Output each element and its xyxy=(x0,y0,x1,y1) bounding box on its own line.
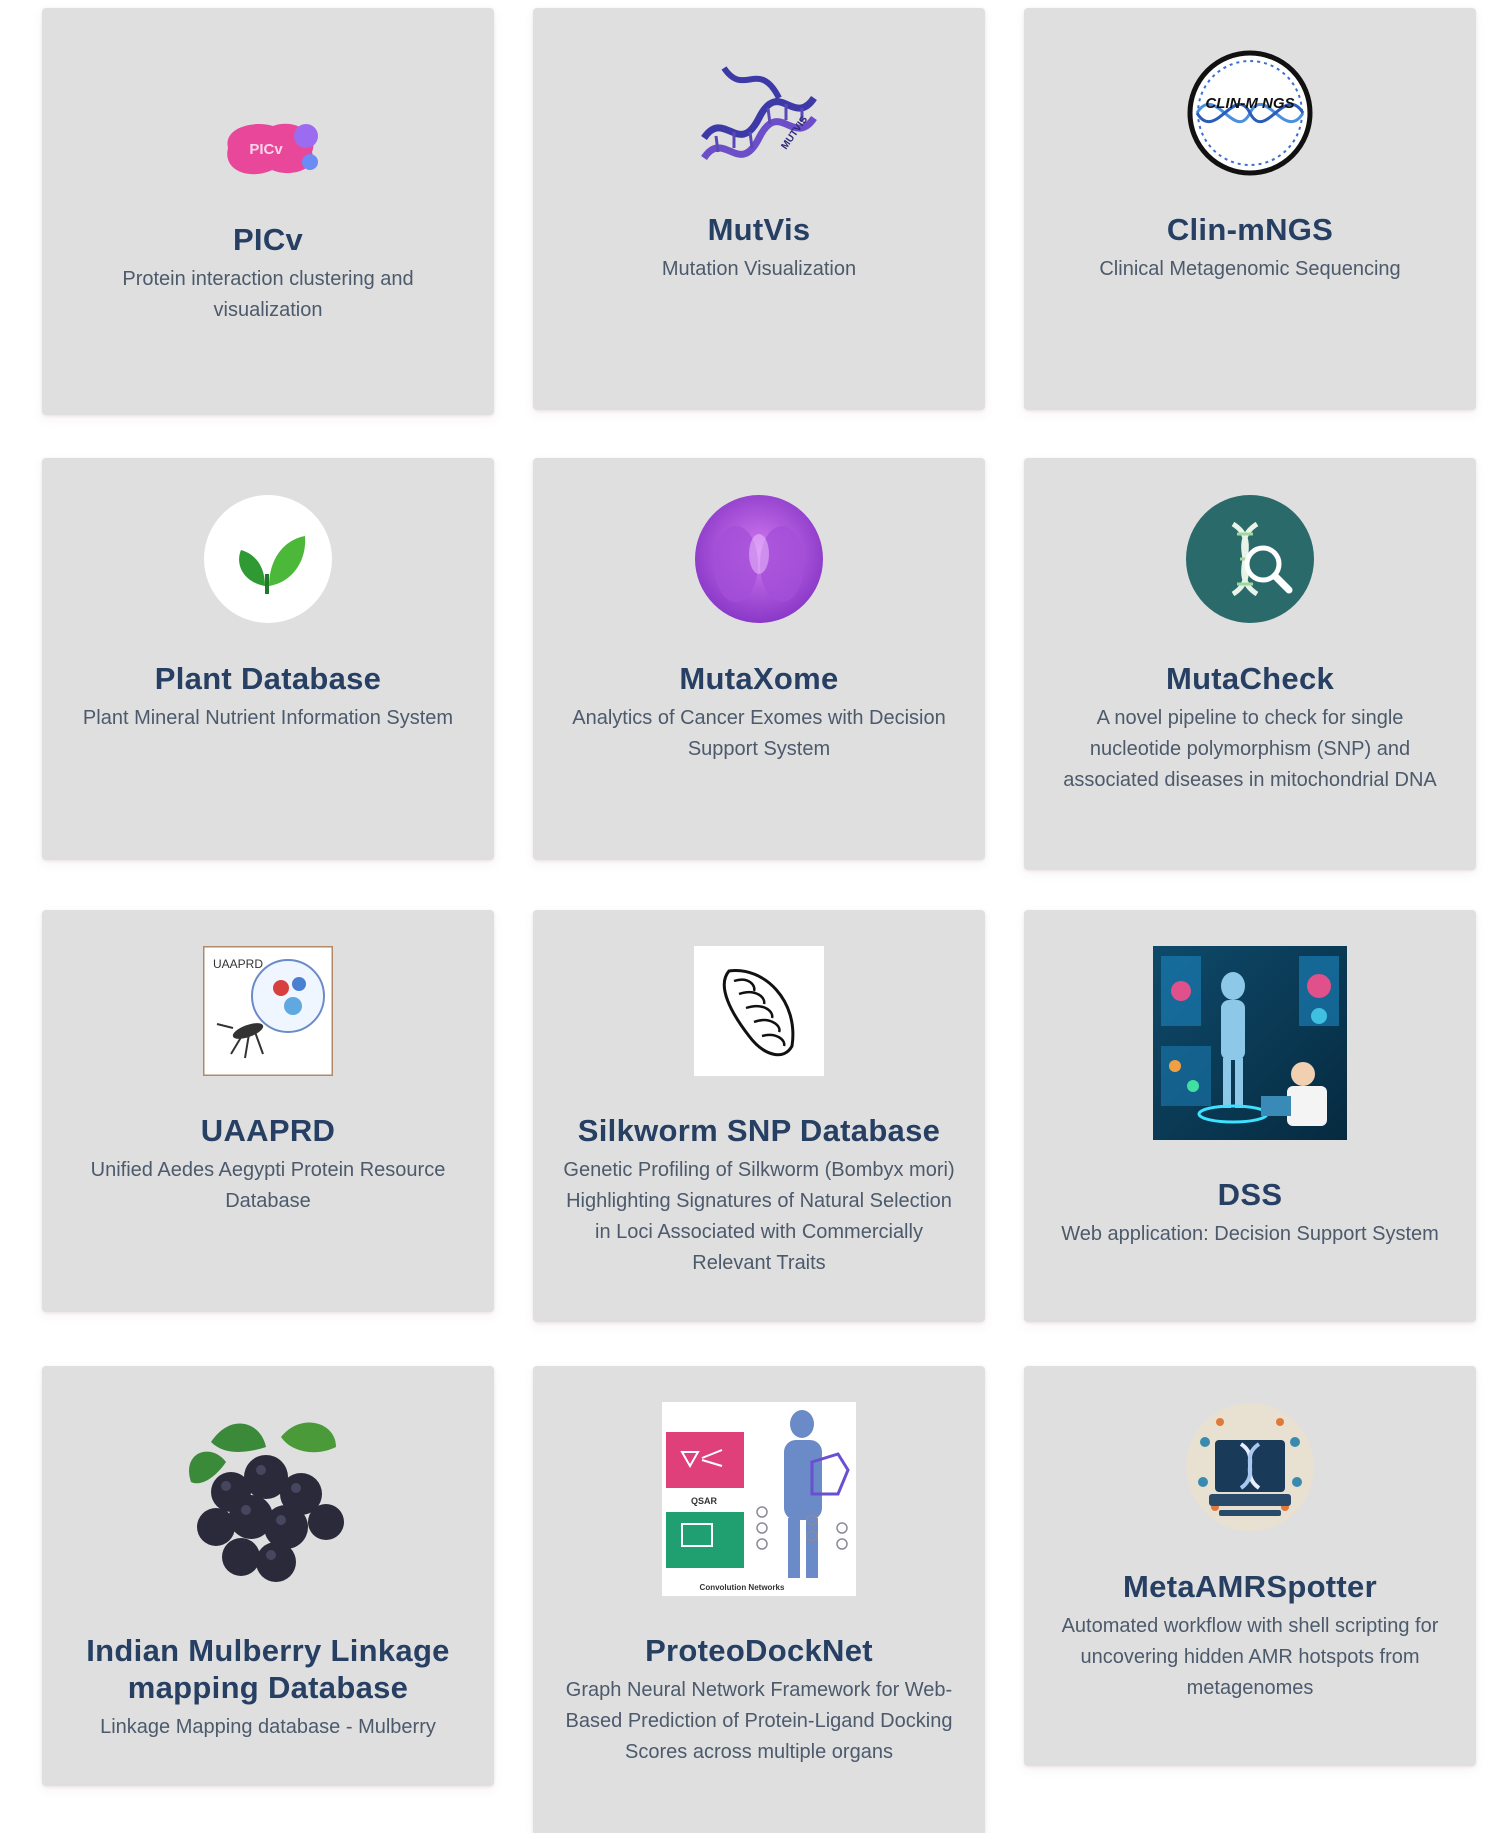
tool-card-picv[interactable]: PICv PICv Protein interaction clustering… xyxy=(42,8,494,415)
tool-title[interactable]: MutaXome xyxy=(563,660,955,697)
metaamrspotter-logo xyxy=(1185,1402,1315,1532)
tool-description: Automated workflow with shell scripting … xyxy=(1061,1615,1439,1699)
tool-card-mutaxome[interactable]: MutaXome Analytics of Cancer Exomes with… xyxy=(533,458,985,860)
tool-card-silkworm-snp-database[interactable]: Silkworm SNP Database Genetic Profiling … xyxy=(533,910,985,1322)
uaaprd-logo: UAAPRD xyxy=(203,946,333,1076)
tool-card-plant-database[interactable]: Plant Database Plant Mineral Nutrient In… xyxy=(42,458,494,860)
mutaxome-logo xyxy=(694,494,824,624)
clin-mngs-logo: CLIN-M NGS xyxy=(1185,48,1315,178)
qsar-label: QSAR xyxy=(691,1496,718,1506)
tool-title[interactable]: Indian Mulberry Linkage mapping Database xyxy=(72,1632,464,1706)
proteodocknet-logo: QSAR Convolution Networks xyxy=(662,1402,856,1596)
tool-title[interactable]: Plant Database xyxy=(72,660,464,697)
tool-card-mutvis[interactable]: MUTVIS MutVis Mutation Visualization xyxy=(533,8,985,410)
tool-title[interactable]: DSS xyxy=(1054,1176,1446,1213)
tool-description: Web application: Decision Support System xyxy=(1061,1223,1439,1245)
tool-description: Unified Aedes Aegypti Protein Resource D… xyxy=(90,1159,446,1212)
tool-title[interactable]: MutVis xyxy=(563,211,955,248)
tool-title[interactable]: PICv xyxy=(72,221,464,258)
tool-title[interactable]: UAAPRD xyxy=(72,1112,464,1149)
tool-card-indian-mulberry[interactable]: Indian Mulberry Linkage mapping Database… xyxy=(42,1366,494,1786)
tool-description: Linkage Mapping database - Mulberry xyxy=(100,1716,436,1738)
tool-title[interactable]: Silkworm SNP Database xyxy=(563,1112,955,1149)
mulberry-logo xyxy=(171,1402,365,1596)
tool-description: Genetic Profiling of Silkworm (Bombyx mo… xyxy=(563,1159,955,1274)
tool-description: Protein interaction clustering and visua… xyxy=(122,268,414,321)
tool-description: Analytics of Cancer Exomes with Decision… xyxy=(572,707,946,760)
uaaprd-logo-text: UAAPRD xyxy=(213,957,263,971)
tool-card-dss[interactable]: DSS Web application: Decision Support Sy… xyxy=(1024,910,1476,1322)
tool-title[interactable]: MetaAMRSpotter xyxy=(1054,1568,1446,1605)
tool-description: Clinical Metagenomic Sequencing xyxy=(1099,258,1401,280)
plant-leaf-logo xyxy=(203,494,333,624)
tool-title[interactable]: MutaCheck xyxy=(1054,660,1446,697)
tool-card-mutacheck[interactable]: MutaCheck A novel pipeline to check for … xyxy=(1024,458,1476,870)
picv-logo: PICv xyxy=(208,108,328,188)
tool-title[interactable]: ProteoDockNet xyxy=(563,1632,955,1669)
clin-mngs-logo-text: CLIN-M NGS xyxy=(1205,95,1294,112)
silkworm-logo xyxy=(694,946,824,1076)
picv-logo-text: PICv xyxy=(249,141,283,158)
tool-card-clin-mngs[interactable]: CLIN-M NGS Clin-mNGS Clinical Metagenomi… xyxy=(1024,8,1476,410)
tool-description: Plant Mineral Nutrient Information Syste… xyxy=(82,707,454,729)
tool-description: A novel pipeline to check for single nuc… xyxy=(1063,707,1437,791)
tool-card-uaaprd[interactable]: UAAPRD UAAPRD Unified Aedes Aegypti Prot… xyxy=(42,910,494,1312)
tool-card-proteodocknet[interactable]: QSAR Convolution Networks ProteoDockNet … xyxy=(533,1366,985,1833)
mutvis-logo: MUTVIS xyxy=(694,48,824,178)
tool-description: Mutation Visualization xyxy=(661,258,857,280)
tool-card-metaamrspotter[interactable]: MetaAMRSpotter Automated workflow with s… xyxy=(1024,1366,1476,1766)
tool-title[interactable]: Clin-mNGS xyxy=(1054,211,1446,248)
dss-logo xyxy=(1153,946,1347,1140)
convolution-label: Convolution Networks xyxy=(700,1583,785,1592)
mutacheck-logo xyxy=(1185,494,1315,624)
tool-description: Graph Neural Network Framework for Web-B… xyxy=(565,1679,953,1763)
